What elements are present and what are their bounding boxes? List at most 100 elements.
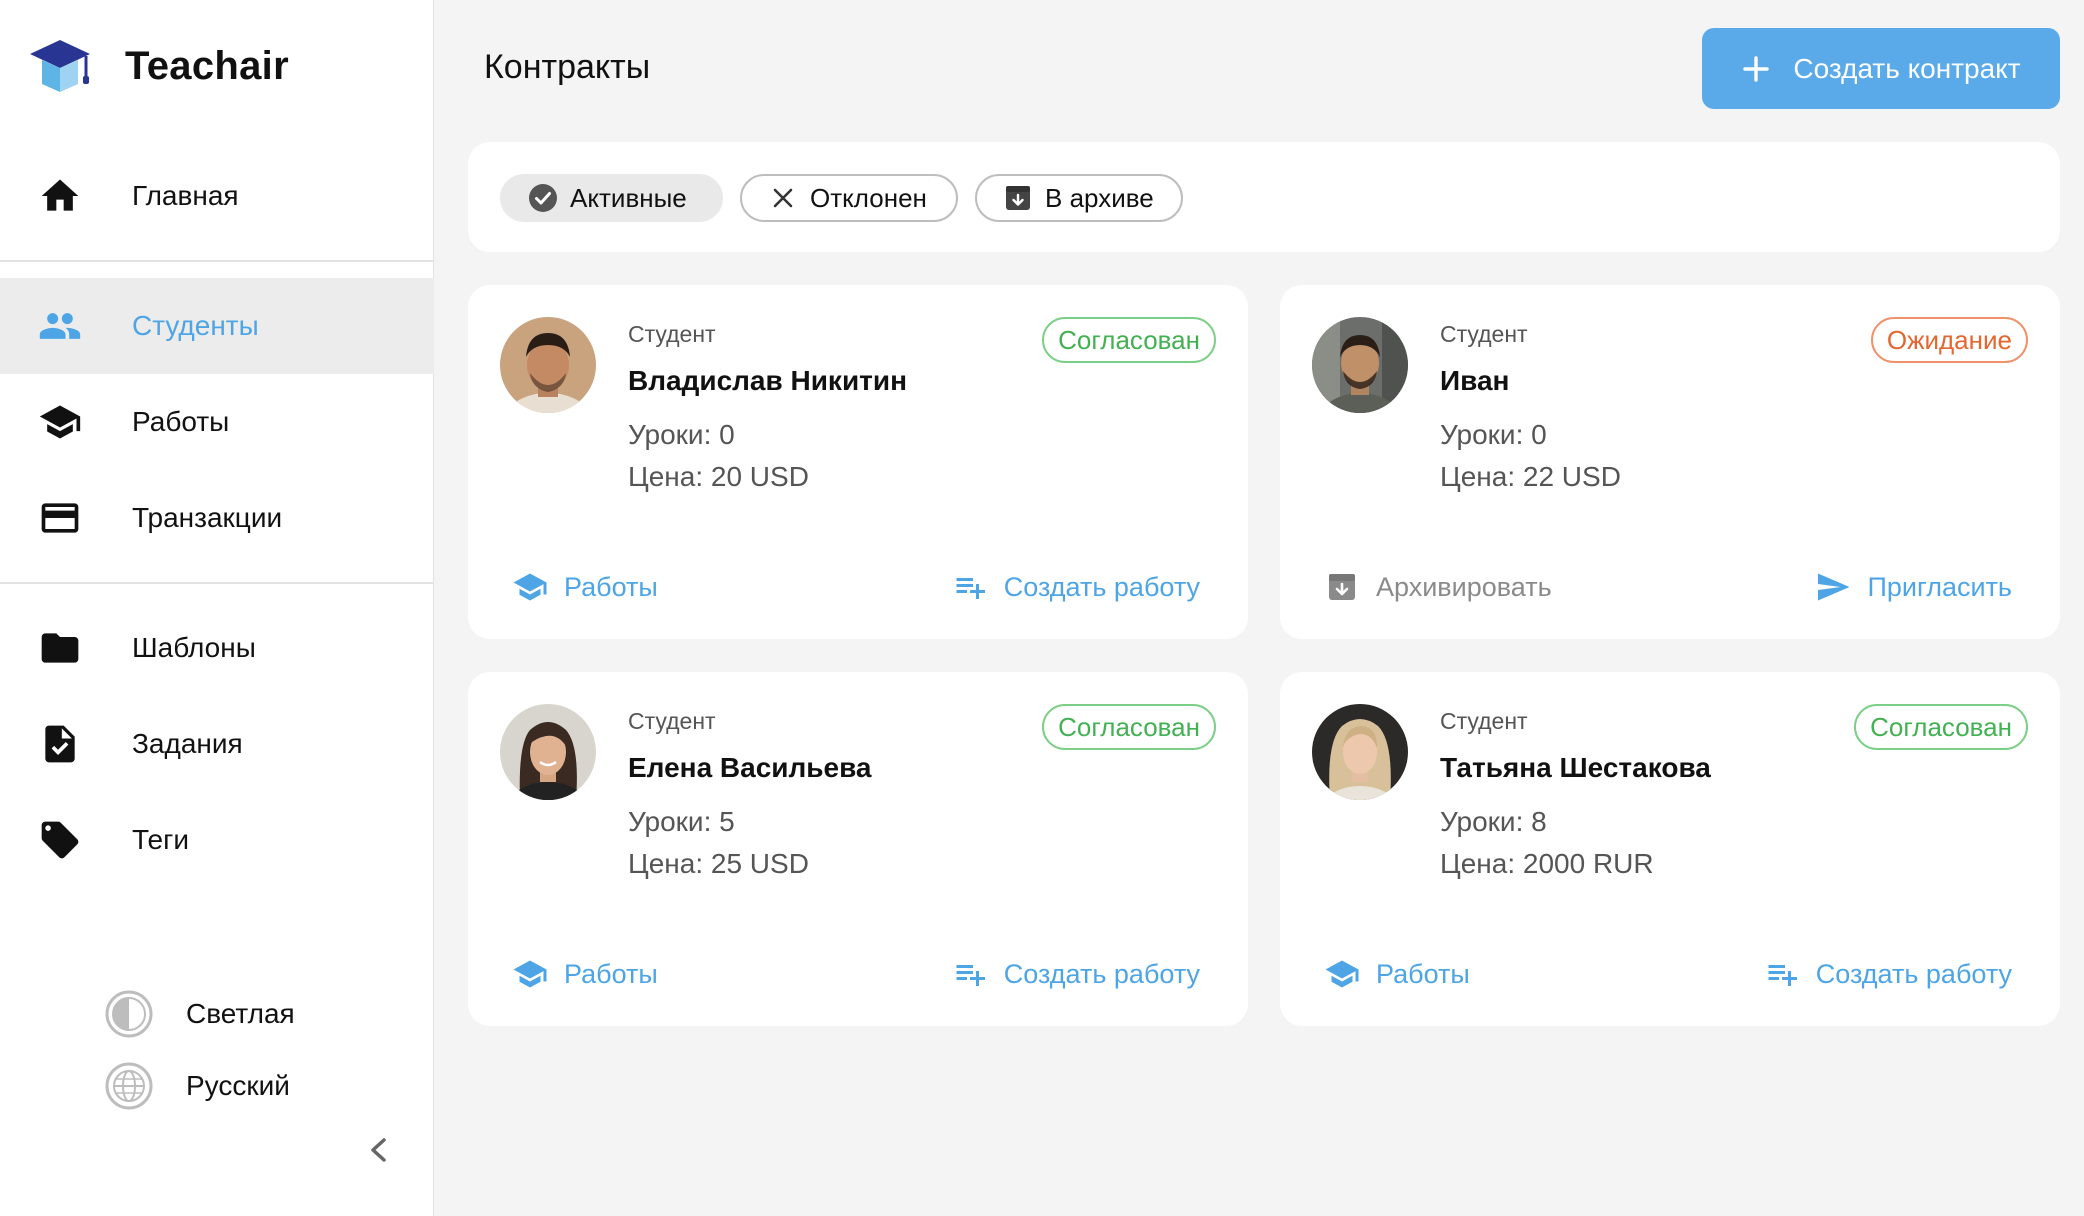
status-badge: Согласован (1042, 704, 1216, 750)
sidebar: Teachair Главная Студенты Работы Транзак… (0, 0, 434, 1216)
sidebar-item-label: Транзакции (132, 502, 283, 533)
works-link[interactable]: Работы (1324, 954, 1470, 994)
contract-card: Студент Иван Уроки: 0 Цена: 22 USD Ожида… (1280, 285, 2060, 639)
contrast-icon (105, 990, 153, 1038)
filter-panel: Активные Отклонен В архиве (468, 142, 2060, 252)
filter-label: В архиве (1045, 182, 1154, 213)
language-label: Русский (186, 1070, 290, 1101)
price-value: Цена: 25 USD (628, 848, 809, 879)
sidebar-divider (0, 582, 434, 584)
playlist-add-icon (952, 569, 988, 605)
student-avatar (500, 704, 596, 800)
sidebar-item-label: Главная (132, 180, 239, 211)
sidebar-item-home[interactable]: Главная (0, 148, 434, 244)
role-label: Студент (628, 321, 716, 347)
lessons-count: Уроки: 0 (1440, 419, 1547, 450)
student-avatar (1312, 704, 1408, 800)
send-icon (1815, 569, 1851, 605)
graduation-cap-icon (1324, 956, 1360, 992)
sidebar-item-label: Теги (132, 824, 189, 855)
sidebar-item-tasks[interactable]: Задания (0, 696, 434, 792)
works-link-label: Работы (564, 571, 658, 602)
lessons-count: Уроки: 5 (628, 806, 735, 837)
tag-icon (38, 818, 82, 862)
sidebar-item-label: Шаблоны (132, 632, 256, 663)
sidebar-divider (0, 260, 434, 262)
role-label: Студент (628, 708, 716, 734)
archive-link-label: Архивировать (1376, 571, 1552, 602)
price-value: Цена: 20 USD (628, 461, 809, 492)
sidebar-item-label: Работы (132, 406, 230, 437)
contract-card: Студент Владислав Никитин Уроки: 0 Цена:… (468, 285, 1248, 639)
filter-label: Активные (570, 182, 687, 213)
plus-icon (1741, 54, 1771, 84)
archive-icon (1003, 183, 1033, 213)
create-work-label: Создать работу (1003, 571, 1200, 602)
student-avatar (500, 317, 596, 413)
create-contract-button[interactable]: Создать контракт (1702, 28, 2060, 109)
works-link[interactable]: Работы (512, 954, 658, 994)
filter-archived-chip[interactable]: В архиве (975, 174, 1183, 222)
role-label: Студент (1440, 708, 1528, 734)
create-contract-label: Создать контракт (1793, 52, 2021, 84)
student-name: Владислав Никитин (628, 365, 907, 396)
graduation-cap-logo-icon (30, 40, 90, 92)
works-link-label: Работы (564, 958, 658, 989)
create-work-label: Создать работу (1003, 958, 1200, 989)
collapse-sidebar-button[interactable] (362, 1132, 394, 1168)
filter-rejected-chip[interactable]: Отклонен (740, 174, 958, 222)
app-name: Teachair (125, 44, 289, 88)
price-value: Цена: 2000 RUR (1440, 848, 1654, 879)
contract-card: Студент Елена Васильева Уроки: 5 Цена: 2… (468, 672, 1248, 1026)
status-badge: Ожидание (1870, 317, 2028, 363)
archive-link[interactable]: Архивировать (1324, 567, 1552, 607)
close-icon (768, 183, 798, 213)
graduation-cap-icon (512, 569, 548, 605)
invite-link[interactable]: Пригласить (1815, 567, 2012, 607)
role-label: Студент (1440, 321, 1528, 347)
app-logo[interactable]: Teachair (28, 38, 289, 94)
graduation-cap-icon (512, 956, 548, 992)
lessons-count: Уроки: 8 (1440, 806, 1547, 837)
sidebar-item-students[interactable]: Студенты (0, 278, 434, 374)
price-value: Цена: 22 USD (1440, 461, 1621, 492)
filter-active-chip[interactable]: Активные (500, 174, 723, 222)
home-icon (38, 174, 82, 218)
filter-label: Отклонен (810, 182, 927, 213)
student-name: Елена Васильева (628, 752, 872, 783)
theme-toggle[interactable]: Светлая (104, 988, 295, 1040)
sidebar-item-transactions[interactable]: Транзакции (0, 470, 434, 566)
archive-icon (1324, 569, 1360, 605)
sidebar-item-tags[interactable]: Теги (0, 792, 434, 888)
page-title: Контракты (484, 48, 651, 86)
invite-label: Пригласить (1867, 571, 2012, 602)
sidebar-item-works[interactable]: Работы (0, 374, 434, 470)
status-badge: Согласован (1042, 317, 1216, 363)
check-circle-icon (528, 183, 558, 213)
create-work-link[interactable]: Создать работу (1764, 954, 2012, 994)
playlist-add-icon (952, 956, 988, 992)
works-link-label: Работы (1376, 958, 1470, 989)
playlist-add-icon (1764, 956, 1800, 992)
student-name: Татьяна Шестакова (1440, 752, 1711, 783)
folder-icon (38, 626, 82, 670)
sidebar-item-label: Студенты (132, 310, 259, 341)
globe-icon (105, 1062, 153, 1110)
sidebar-item-templates[interactable]: Шаблоны (0, 600, 434, 696)
language-selector[interactable]: Русский (104, 1060, 290, 1112)
works-link[interactable]: Работы (512, 567, 658, 607)
contract-card: Студент Татьяна Шестакова Уроки: 8 Цена:… (1280, 672, 2060, 1026)
create-work-link[interactable]: Создать работу (952, 567, 1200, 607)
graduation-cap-icon (38, 400, 82, 444)
student-avatar (1312, 317, 1408, 413)
chevron-left-icon (371, 1138, 386, 1162)
theme-label: Светлая (186, 998, 295, 1029)
create-work-link[interactable]: Создать работу (952, 954, 1200, 994)
lessons-count: Уроки: 0 (628, 419, 735, 450)
create-work-label: Создать работу (1815, 958, 2012, 989)
credit-card-icon (38, 496, 82, 540)
students-icon (38, 304, 82, 348)
status-badge: Согласован (1854, 704, 2028, 750)
sidebar-item-label: Задания (132, 728, 243, 759)
student-name: Иван (1440, 365, 1510, 396)
